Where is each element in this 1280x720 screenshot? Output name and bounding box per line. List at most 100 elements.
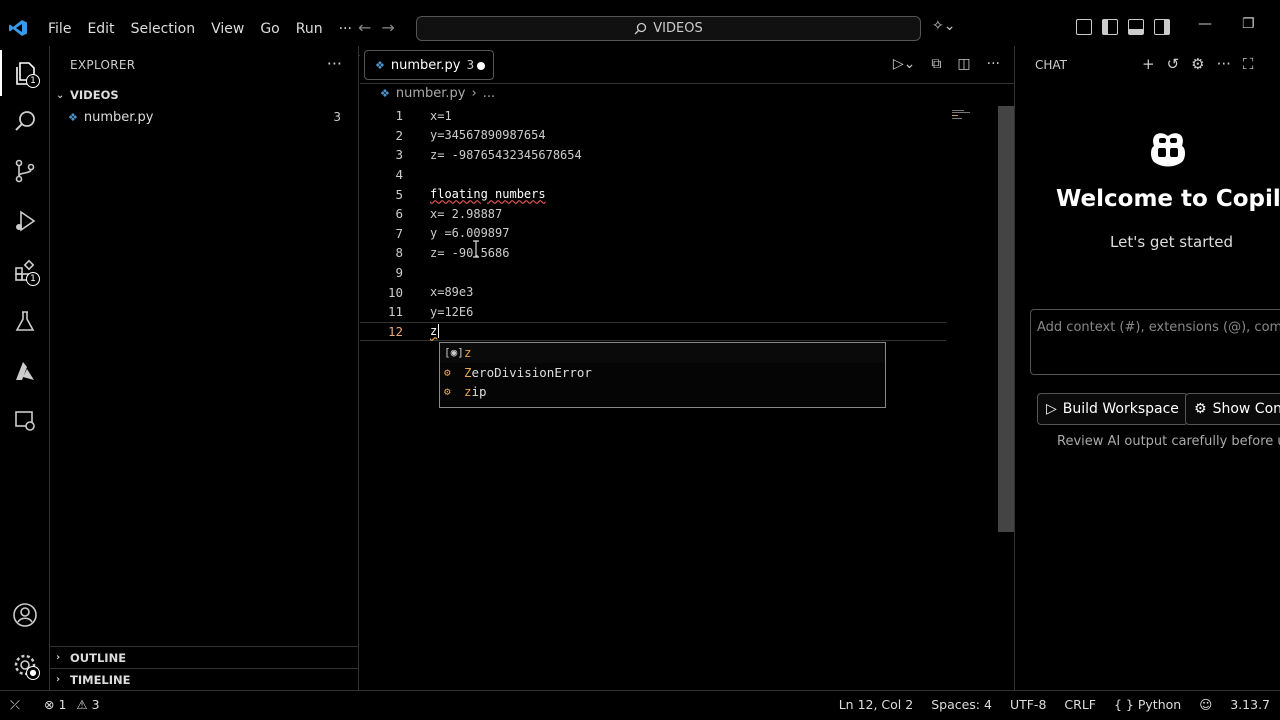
menu-edit[interactable]: Edit	[79, 19, 122, 39]
new-chat-icon[interactable]: +	[1142, 55, 1155, 73]
open-changes-icon[interactable]: ⧉	[931, 56, 941, 72]
chat-title: CHAT	[1035, 58, 1068, 72]
minimap[interactable]	[952, 108, 992, 122]
file-item-number-py[interactable]: ❖ number.py 3	[50, 106, 359, 128]
show-config-button[interactable]: ⚙ Show Config	[1185, 393, 1280, 425]
gear-icon: ⚙	[1194, 401, 1207, 417]
show-config-label: Show Config	[1212, 401, 1280, 417]
activity-manage[interactable]: ●	[0, 642, 50, 688]
outline-label: OUTLINE	[70, 650, 127, 665]
suggestion-item[interactable]: [◉] z	[440, 343, 885, 363]
line-text: y =6.009897	[430, 226, 510, 241]
menu-go[interactable]: Go	[252, 19, 287, 39]
tab-problem-count: 3	[466, 58, 475, 72]
toggle-secondary-sidebar-icon[interactable]	[1154, 19, 1170, 35]
toggle-sidebar-icon[interactable]	[1102, 19, 1118, 35]
explorer-more-button[interactable]: ···	[327, 54, 342, 73]
copilot-status-icon[interactable]: ☺	[1199, 697, 1212, 712]
chat-input[interactable]: Add context (#), extensions (@), command…	[1030, 309, 1280, 375]
menu-selection[interactable]: Selection	[123, 19, 204, 39]
line-text-current: z	[430, 324, 438, 339]
remote-indicator-icon[interactable]: ⤫	[10, 697, 20, 713]
activity-explorer[interactable]: 1	[0, 50, 50, 96]
problems-indicator[interactable]: ⊗ 1 ⚠ 3	[44, 697, 100, 712]
python-file-icon: ❖	[380, 87, 390, 100]
editor-scrollbar[interactable]	[998, 106, 1014, 532]
command-center[interactable]: VIDEOS	[416, 16, 921, 41]
line-text-error: floating numbers	[430, 187, 546, 202]
breadcrumb-rest[interactable]: ...	[483, 86, 495, 101]
line-ending[interactable]: CRLF	[1064, 697, 1096, 712]
chevron-right-icon: ›	[56, 652, 61, 663]
menu-view[interactable]: View	[203, 19, 252, 39]
history-icon[interactable]: ↺	[1167, 55, 1180, 73]
activity-testing[interactable]	[0, 298, 50, 344]
code-line: 9	[360, 263, 1000, 283]
line-number: 2	[395, 127, 403, 143]
line-number: 4	[395, 167, 403, 183]
activity-remote-explorer[interactable]	[0, 398, 50, 444]
activity-bar: 1 1 ●	[0, 46, 50, 690]
gear-icon[interactable]: ⚙	[1191, 55, 1204, 73]
menu-more[interactable]: ···	[331, 19, 360, 39]
split-editor-icon[interactable]: ◫	[957, 56, 970, 72]
activity-run-debug[interactable]	[0, 198, 50, 244]
menu-bar: File Edit Selection View Go Run ···	[40, 19, 360, 39]
error-count: 1	[58, 697, 67, 712]
unsaved-dot-icon[interactable]	[477, 62, 485, 70]
run-debug-icon	[16, 210, 36, 232]
language-mode[interactable]: { } Python	[1114, 697, 1181, 712]
activity-source-control[interactable]	[0, 148, 50, 194]
line-number: 1	[395, 108, 403, 124]
toggle-panel-icon[interactable]	[1128, 19, 1144, 35]
customize-layout-icon[interactable]	[1076, 19, 1092, 35]
chat-more-icon[interactable]: ···	[1217, 55, 1231, 73]
command-center-label: VIDEOS	[653, 21, 703, 36]
copilot-menu-icon[interactable]: ✧⌄	[932, 18, 955, 34]
review-notice: Review AI output carefully before use.	[1057, 434, 1280, 449]
suggestion-item[interactable]: ⚙ z ip	[440, 382, 885, 402]
azure-icon	[16, 362, 34, 380]
autocomplete-popup: [◉] z ⚙ Z eroDivisionError ⚙ z ip	[439, 342, 886, 408]
minimize-icon[interactable]: —	[1198, 16, 1212, 32]
run-python-icon[interactable]: ▷⌄	[893, 56, 916, 72]
line-number: 5	[395, 186, 403, 202]
warning-icon: ⚠	[76, 697, 88, 712]
forward-arrow-icon[interactable]: →	[381, 18, 394, 37]
editor-more-icon[interactable]: ···	[987, 56, 1000, 72]
menu-file[interactable]: File	[40, 19, 79, 39]
activity-extensions[interactable]: 1	[0, 248, 50, 294]
folder-section-videos[interactable]: ⌄ VIDEOS	[50, 84, 359, 106]
activity-accounts[interactable]	[0, 592, 50, 638]
build-workspace-label: Build Workspace	[1062, 401, 1179, 417]
chat-actions: + ↺ ⚙ ··· ⛶	[1142, 55, 1253, 73]
menu-run[interactable]: Run	[288, 19, 331, 39]
build-workspace-button[interactable]: ▷ Build Workspace	[1037, 393, 1188, 425]
encoding[interactable]: UTF-8	[1010, 697, 1046, 712]
explorer-title: EXPLORER	[70, 58, 136, 72]
back-arrow-icon[interactable]: ←	[358, 18, 371, 37]
code-line: 4	[360, 165, 1000, 185]
suggestion-item[interactable]: ⚙ Z eroDivisionError	[440, 363, 885, 383]
outline-section[interactable]: › OUTLINE	[50, 646, 359, 668]
indentation[interactable]: Spaces: 4	[931, 697, 992, 712]
code-line: 2 y=34567890987654	[360, 126, 1000, 146]
suggestion-match: z	[464, 345, 472, 361]
maximize-icon[interactable]: ⛶	[1243, 55, 1254, 73]
breadcrumb-file[interactable]: number.py	[396, 86, 466, 101]
timeline-section[interactable]: › TIMELINE	[50, 668, 359, 690]
cursor-position[interactable]: Ln 12, Col 2	[839, 697, 914, 712]
status-bar: ⤫ ⊗ 1 ⚠ 3 Ln 12, Col 2 Spaces: 4 UTF-8 C…	[0, 690, 1280, 720]
line-number: 9	[395, 265, 403, 281]
tab-number-py[interactable]: ❖ number.py 3	[364, 50, 494, 80]
chevron-down-icon: ⌄	[56, 89, 65, 101]
activity-azure[interactable]	[0, 348, 50, 394]
error-icon: ⊗	[44, 697, 55, 712]
chat-welcome-title: Welcome to Copilot	[1056, 186, 1280, 212]
restore-icon[interactable]: ❐	[1242, 16, 1255, 32]
activity-search[interactable]	[0, 98, 50, 144]
folder-name: VIDEOS	[70, 88, 119, 102]
code-line: 10 x=89e3	[360, 282, 1000, 302]
editor-actions: ▷⌄ ⧉ ◫ ···	[893, 56, 1000, 72]
python-version[interactable]: 3.13.7	[1230, 697, 1270, 712]
